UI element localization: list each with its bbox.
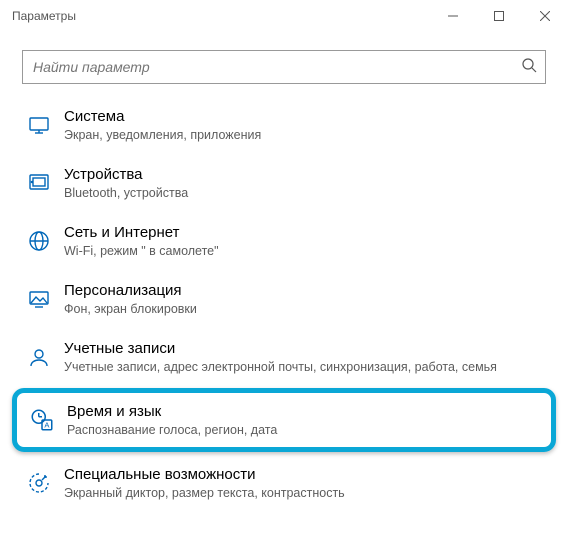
settings-item-title: Сеть и Интернет [64, 223, 219, 243]
settings-list: Система Экран, уведомления, приложения У… [0, 90, 568, 512]
ease-of-access-icon [22, 471, 56, 495]
svg-text:A: A [44, 421, 50, 430]
settings-item-text: Сеть и Интернет Wi-Fi, режим " в самолет… [56, 223, 219, 260]
network-icon [22, 229, 56, 253]
settings-item-network[interactable]: Сеть и Интернет Wi-Fi, режим " в самолет… [0, 212, 568, 270]
settings-item-title: Специальные возможности [64, 465, 345, 485]
minimize-icon [448, 11, 458, 21]
settings-item-text: Время и язык Распознавание голоса, регио… [59, 402, 277, 439]
settings-item-text: Устройства Bluetooth, устройства [56, 165, 188, 202]
settings-item-title: Система [64, 107, 261, 127]
maximize-icon [494, 11, 504, 21]
settings-item-subtitle: Фон, экран блокировки [64, 301, 197, 317]
search-box[interactable] [22, 50, 546, 84]
search-container [0, 32, 568, 90]
settings-item-accounts[interactable]: Учетные записи Учетные записи, адрес эле… [0, 328, 568, 386]
settings-item-title: Учетные записи [64, 339, 497, 359]
minimize-button[interactable] [430, 0, 476, 32]
search-icon [521, 57, 537, 78]
accounts-icon [22, 345, 56, 369]
settings-item-subtitle: Учетные записи, адрес электронной почты,… [64, 359, 497, 375]
window-title: Параметры [12, 9, 430, 23]
settings-item-text: Персонализация Фон, экран блокировки [56, 281, 197, 318]
settings-item-system[interactable]: Система Экран, уведомления, приложения [0, 96, 568, 154]
settings-item-subtitle: Wi-Fi, режим " в самолете" [64, 243, 219, 259]
settings-item-title: Время и язык [67, 402, 277, 422]
personalization-icon [22, 287, 56, 311]
settings-item-subtitle: Распознавание голоса, регион, дата [67, 422, 277, 438]
settings-item-subtitle: Bluetooth, устройства [64, 185, 188, 201]
settings-item-ease-of-access[interactable]: Специальные возможности Экранный диктор,… [0, 454, 568, 512]
settings-item-time-language[interactable]: A Время и язык Распознавание голоса, рег… [12, 388, 556, 452]
search-input[interactable] [31, 58, 521, 76]
maximize-button[interactable] [476, 0, 522, 32]
settings-item-text: Система Экран, уведомления, приложения [56, 107, 261, 144]
settings-item-personalization[interactable]: Персонализация Фон, экран блокировки [0, 270, 568, 328]
settings-item-title: Персонализация [64, 281, 197, 301]
devices-icon [22, 171, 56, 195]
time-language-icon: A [25, 407, 59, 433]
close-button[interactable] [522, 0, 568, 32]
settings-item-title: Устройства [64, 165, 188, 185]
titlebar: Параметры [0, 0, 568, 32]
settings-item-devices[interactable]: Устройства Bluetooth, устройства [0, 154, 568, 212]
settings-item-subtitle: Экранный диктор, размер текста, контраст… [64, 485, 345, 501]
close-icon [540, 11, 550, 21]
settings-item-subtitle: Экран, уведомления, приложения [64, 127, 261, 143]
settings-item-text: Учетные записи Учетные записи, адрес эле… [56, 339, 497, 376]
system-icon [22, 113, 56, 137]
settings-item-text: Специальные возможности Экранный диктор,… [56, 465, 345, 502]
